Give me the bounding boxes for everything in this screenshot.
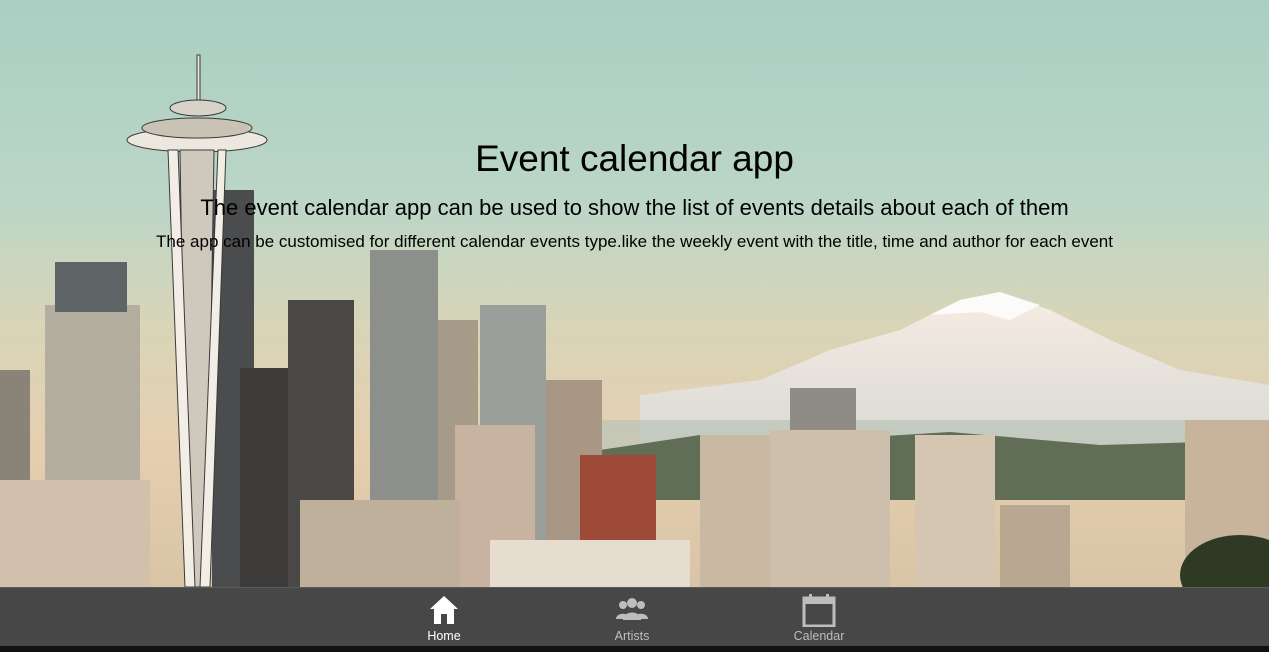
- tab-artists-label: Artists: [614, 629, 650, 643]
- tab-calendar[interactable]: Calendar: [759, 588, 879, 647]
- app-screen: Event calendar app The event calendar ap…: [0, 0, 1269, 652]
- hero-banner: Event calendar app The event calendar ap…: [0, 0, 1269, 587]
- bottom-tab-bar: Home Artists Calendar: [0, 587, 1269, 647]
- hero-description: The app can be customised for different …: [156, 232, 1113, 251]
- tab-artists[interactable]: Artists: [572, 588, 692, 647]
- tab-calendar-label: Calendar: [793, 629, 845, 643]
- home-icon: [430, 596, 458, 624]
- page-title: Event calendar app: [475, 138, 794, 179]
- hero-subtitle: The event calendar app can be used to sh…: [200, 195, 1069, 220]
- bottom-edge: [0, 646, 1269, 652]
- calendar-icon: [802, 594, 836, 627]
- artists-icon: [616, 598, 648, 620]
- tab-home-label: Home: [427, 629, 461, 643]
- tab-home[interactable]: Home: [384, 588, 504, 647]
- city-skyline-background-image: [0, 0, 1269, 587]
- hero-text-block: Event calendar app The event calendar ap…: [0, 136, 1269, 253]
